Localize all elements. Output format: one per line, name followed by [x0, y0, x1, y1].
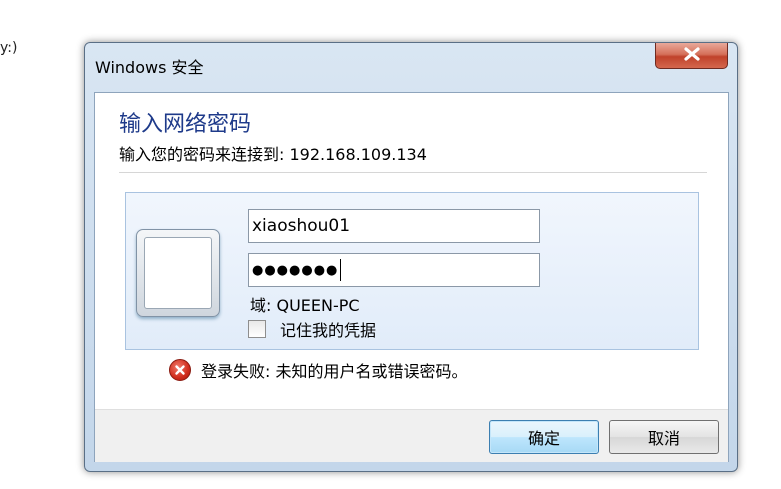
dialog-subtext: 输入您的密码来连接到: 192.168.109.134	[119, 145, 427, 164]
username-value: xiaoshou01	[252, 216, 351, 236]
windows-security-dialog: Windows 安全 输入网络密码 输入您的密码来连接到: 192.168.10…	[84, 42, 738, 472]
error-message: 登录失败: 未知的用户名或错误密码。	[169, 357, 467, 383]
text-caret	[340, 259, 342, 281]
close-x-icon	[683, 46, 701, 65]
background-window-fragment: y:)	[0, 40, 18, 56]
button-bar: 确定 取消	[95, 409, 728, 462]
dialog-heading: 输入网络密码	[119, 112, 252, 137]
divider	[119, 172, 707, 173]
domain-label: 域: QUEEN-PC	[250, 296, 360, 315]
remember-checkbox[interactable]	[248, 320, 266, 338]
remember-credentials-row[interactable]: 记住我的凭据	[248, 318, 376, 340]
user-picture-icon	[136, 229, 220, 317]
dialog-title: Windows 安全	[95, 58, 204, 77]
password-input[interactable]: ●●●●●●●	[248, 253, 540, 287]
error-text: 登录失败: 未知的用户名或错误密码。	[201, 362, 468, 381]
password-value: ●●●●●●●	[252, 262, 339, 278]
credential-tile[interactable]: xiaoshou01 ●●●●●●● 域: QUEEN-PC 记住我的凭据	[125, 192, 699, 350]
cancel-button[interactable]: 取消	[609, 420, 719, 454]
ok-button[interactable]: 确定	[489, 420, 599, 454]
username-input[interactable]: xiaoshou01	[248, 209, 540, 243]
dialog-body: 输入网络密码 输入您的密码来连接到: 192.168.109.134 xiaos…	[94, 92, 729, 462]
close-button[interactable]	[655, 43, 728, 69]
error-circle-x-icon	[169, 359, 191, 381]
remember-label[interactable]: 记住我的凭据	[280, 317, 376, 341]
